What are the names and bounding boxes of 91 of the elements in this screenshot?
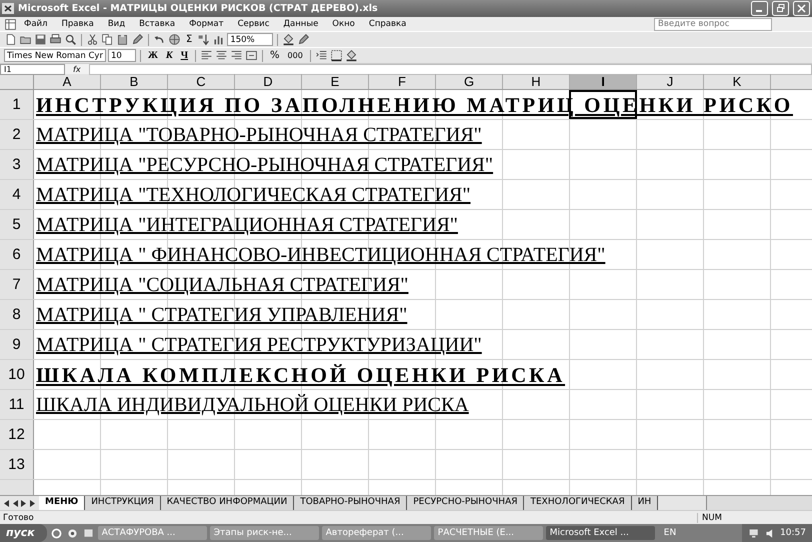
- name-box[interactable]: I1: [0, 64, 65, 74]
- percent-button[interactable]: %: [267, 50, 283, 61]
- menu-item[interactable]: Файл: [17, 19, 54, 29]
- merge-icon[interactable]: [245, 49, 258, 62]
- bucket-icon[interactable]: [282, 33, 296, 46]
- column-header[interactable]: I: [570, 74, 637, 89]
- align-left-icon[interactable]: [200, 49, 214, 62]
- column-header[interactable]: G: [436, 74, 503, 89]
- font-size-field[interactable]: 10: [108, 49, 136, 62]
- row-header[interactable]: 5: [0, 210, 34, 239]
- zoom-field[interactable]: 150%: [227, 33, 274, 46]
- row-header[interactable]: 12: [0, 420, 34, 449]
- minimize-button[interactable]: [751, 1, 768, 16]
- row-header[interactable]: 10: [0, 360, 34, 389]
- clock: 10:57: [780, 528, 806, 538]
- magnifier-icon[interactable]: [64, 33, 77, 46]
- row-header[interactable]: 13: [0, 450, 34, 479]
- column-header[interactable]: J: [637, 74, 704, 89]
- align-center-icon[interactable]: [215, 49, 228, 62]
- column-header[interactable]: K: [704, 74, 771, 89]
- column-header[interactable]: D: [235, 74, 302, 89]
- copy-icon[interactable]: [101, 33, 114, 46]
- underline-button[interactable]: Ч: [178, 50, 192, 61]
- sheet-tab[interactable]: ИНСТРУКЦИЯ: [85, 496, 161, 510]
- column-header[interactable]: E: [302, 74, 369, 89]
- menu-item[interactable]: Сервис: [230, 19, 276, 29]
- sheet-tab[interactable]: ТОВАРНО-РЫНОЧНАЯ: [294, 496, 408, 510]
- workbook-icon[interactable]: [4, 18, 17, 30]
- sheet-tab[interactable]: РЕСУРСНО-РЫНОЧНАЯ: [407, 496, 524, 510]
- sheet-link[interactable]: МАТРИЦА "РЕСУРСНО-РЫНОЧНАЯ СТРАТЕГИЯ": [34, 154, 494, 179]
- italic-button[interactable]: К: [162, 50, 176, 61]
- row-header[interactable]: 6: [0, 240, 34, 269]
- sheet-tab[interactable]: ТЕХНОЛОГИЧЕСКАЯ: [524, 496, 632, 510]
- borders-icon[interactable]: [330, 49, 343, 62]
- close-button[interactable]: [793, 1, 810, 16]
- column-header[interactable]: A: [34, 74, 101, 89]
- printer-icon[interactable]: [49, 33, 62, 46]
- bold-button[interactable]: Ж: [145, 50, 161, 61]
- function-button[interactable]: fx: [65, 64, 89, 74]
- column-header[interactable]: B: [101, 74, 168, 89]
- sheet-link[interactable]: МАТРИЦА " СТРАТЕГИЯ УПРАВЛЕНИЯ": [34, 304, 408, 329]
- row-header[interactable]: 8: [0, 300, 34, 329]
- sheet-link[interactable]: МАТРИЦА "ТОВАРНО-РЫНОЧНАЯ СТРАТЕГИЯ": [34, 124, 482, 149]
- sheet-link[interactable]: МАТРИЦА "СОЦИАЛЬНАЯ СТРАТЕГИЯ": [34, 274, 408, 299]
- row-header[interactable]: 4: [0, 180, 34, 209]
- sheet-link[interactable]: МАТРИЦА "ТЕХНОЛОГИЧЕСКАЯ СТРАТЕГИЯ": [34, 184, 471, 209]
- indent-icon[interactable]: [314, 49, 328, 62]
- num-lock-indicator: NUM: [697, 512, 752, 522]
- row-header[interactable]: 7: [0, 270, 34, 299]
- menu-item[interactable]: Правка: [54, 19, 101, 29]
- sheet-tab[interactable]: ИН: [632, 496, 658, 510]
- sheet-tab[interactable]: МЕНЮ: [39, 496, 86, 510]
- menu-item[interactable]: Вставка: [132, 19, 182, 29]
- font-field[interactable]: Times New Roman Cyr: [4, 49, 106, 62]
- help-search-field[interactable]: Введите вопрос: [654, 18, 772, 30]
- menu-item[interactable]: Данные: [276, 19, 326, 29]
- restore-button[interactable]: [772, 1, 789, 16]
- menu-item[interactable]: Справка: [362, 19, 414, 29]
- window-title: Microsoft Excel - МАТРИЦЫ ОЦЕНКИ РИСКОВ (СТРАТ ДЕРЕВО).xls: [18, 3, 379, 14]
- align-right-icon[interactable]: [230, 49, 244, 62]
- menu-item[interactable]: Формат: [182, 19, 231, 29]
- menu-item[interactable]: Окно: [325, 19, 362, 29]
- row-header[interactable]: 2: [0, 120, 34, 149]
- autosum-button[interactable]: Σ: [183, 34, 196, 45]
- horizontal-scrollbar[interactable]: [706, 496, 812, 510]
- start-button[interactable]: пуск: [0, 524, 47, 542]
- row-header[interactable]: 1: [0, 90, 34, 119]
- column-header[interactable]: F: [369, 74, 436, 89]
- sheet-tab[interactable]: КАЧЕСТВО ИНФОРМАЦИИ: [160, 496, 294, 510]
- sheet-link[interactable]: МАТРИЦА " СТРАТЕГИЯ РЕСТРУКТУРИЗАЦИИ": [34, 334, 482, 359]
- row-header[interactable]: 9: [0, 330, 34, 359]
- taskbar-item[interactable]: Microsoft Excel ...: [546, 526, 655, 540]
- sort-icon[interactable]: [197, 33, 210, 46]
- formula-field[interactable]: [88, 64, 812, 74]
- language-indicator[interactable]: EN: [658, 528, 682, 538]
- media-icon[interactable]: [66, 526, 79, 540]
- scissors-icon[interactable]: [86, 33, 99, 46]
- status-text: Готово: [3, 512, 34, 522]
- column-header[interactable]: C: [168, 74, 235, 89]
- sheet-link[interactable]: ШКАЛА КОМПЛЕКСНОЙ ОЦЕНКИ РИСКА: [34, 364, 566, 389]
- browser-icon[interactable]: [50, 526, 63, 540]
- menu-item[interactable]: Вид: [100, 19, 132, 29]
- bucket-icon[interactable]: [344, 49, 358, 62]
- sheet-link[interactable]: МАТРИЦА "ИНТЕГРАЦИОННАЯ СТРАТЕГИЯ": [34, 214, 458, 239]
- thousands-button[interactable]: 000: [284, 51, 306, 60]
- globe-icon[interactable]: [168, 33, 181, 46]
- row-header[interactable]: 11: [0, 390, 34, 419]
- sheet-link[interactable]: МАТРИЦА " ФИНАНСОВО-ИНВЕСТИЦИОННАЯ СТРАТЕГИЯ": [34, 244, 606, 269]
- row-header[interactable]: 3: [0, 150, 34, 179]
- sheet-link[interactable]: ШКАЛА ИНДИВИДУАЛЬНОЙ ОЦЕНКИ РИСКА: [34, 394, 469, 419]
- clipboard-icon[interactable]: [116, 33, 129, 46]
